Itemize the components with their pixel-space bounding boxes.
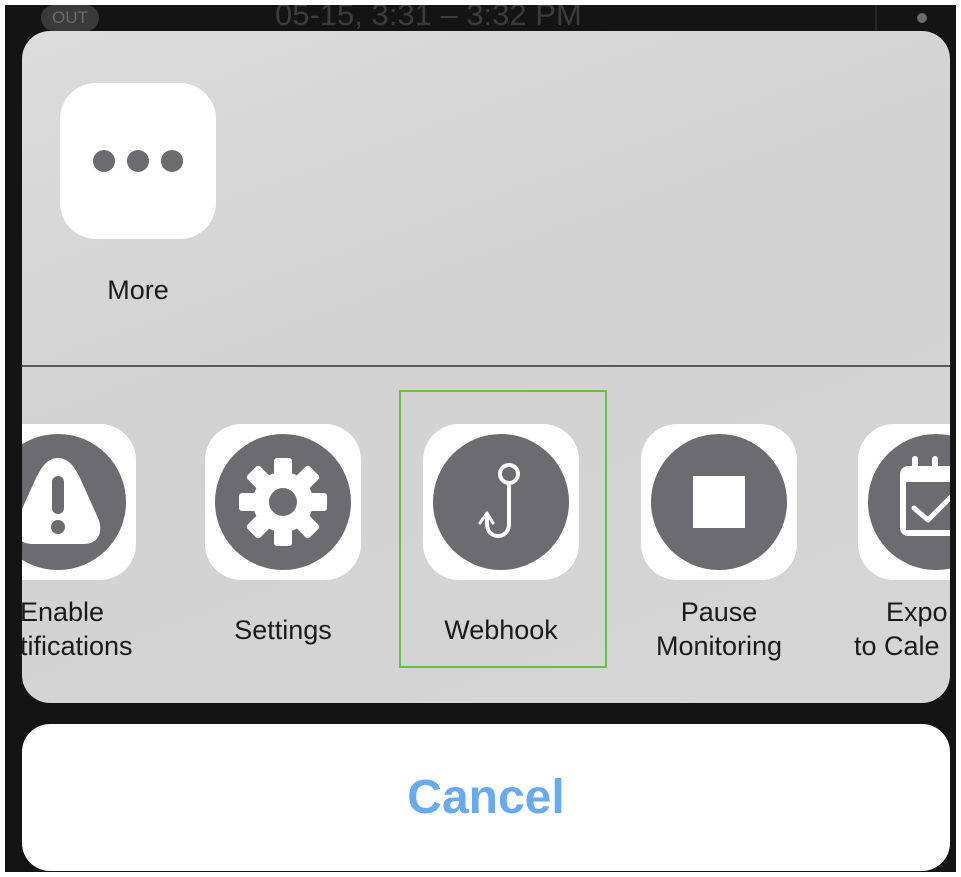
cancel-button[interactable]: Cancel — [22, 724, 950, 871]
status-dot — [917, 13, 927, 23]
webhook-tile[interactable] — [423, 424, 579, 580]
calendar-check-icon — [868, 434, 950, 570]
stop-icon — [651, 434, 787, 570]
pause-monitoring-tile[interactable] — [641, 424, 797, 580]
enable-notifications-tile[interactable] — [22, 424, 136, 580]
alert-icon — [22, 434, 126, 570]
hook-icon — [433, 434, 569, 570]
pause-monitoring-label: Pause Monitoring — [655, 597, 783, 661]
gear-icon — [215, 434, 351, 570]
screen: OUT 05-15, 3:31 – 3:32 PM More Enable ti… — [5, 5, 956, 872]
more-label: More — [107, 275, 169, 305]
export-to-calendar-label: Expo to Cale — [854, 597, 948, 661]
enable-notifications-label: Enable tifications — [22, 597, 133, 661]
time-range: 05-15, 3:31 – 3:32 PM — [275, 5, 582, 32]
ellipsis-icon — [93, 150, 183, 172]
webhook-label: Webhook — [444, 615, 558, 645]
more-tile[interactable] — [60, 83, 216, 239]
share-sheet-top-row: More — [22, 31, 950, 365]
out-badge: OUT — [41, 5, 99, 31]
share-sheet-actions-row: Enable tifications Settings Webhook Paus… — [22, 367, 950, 703]
settings-label: Settings — [234, 615, 332, 645]
share-sheet: More Enable tifications Settings Webhook… — [22, 31, 950, 703]
export-to-calendar-tile[interactable] — [858, 424, 950, 580]
settings-tile[interactable] — [205, 424, 361, 580]
